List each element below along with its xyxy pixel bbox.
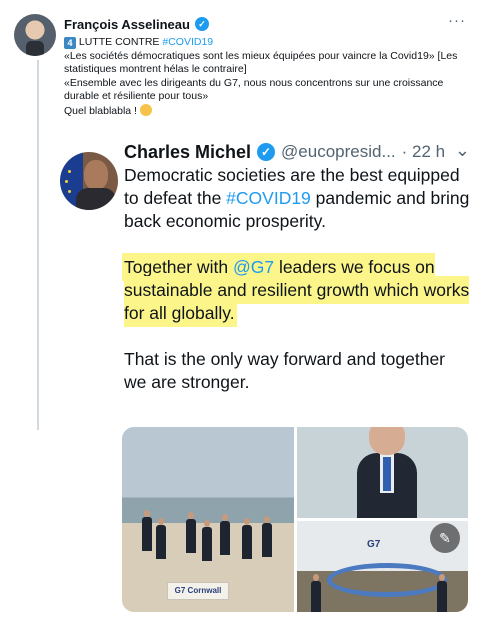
person-figure — [262, 516, 272, 557]
quoted-handle[interactable]: @eucopresid... — [281, 142, 396, 162]
quoted-author-name[interactable]: Charles Michel — [124, 142, 251, 163]
tweet-headline: 4 LUTTE CONTRE #COVID19 — [64, 36, 464, 50]
person-figure — [437, 574, 447, 612]
author-name[interactable]: François Asselineau — [64, 17, 190, 32]
tweet-header: François Asselineau ✓ ··· — [64, 12, 466, 34]
mention-link[interactable]: @G7 — [233, 257, 274, 277]
quoted-paragraph-1: Democratic societies are the best equipp… — [124, 164, 470, 233]
hashtag-link[interactable]: #COVID19 — [162, 36, 213, 48]
tie-shape — [383, 457, 391, 491]
quoted-body: Democratic societies are the best equipp… — [124, 164, 470, 394]
g7-sign: G7 Cornwall — [167, 582, 229, 600]
person-figure — [142, 510, 152, 551]
portrait-photo[interactable] — [297, 427, 468, 518]
person-figure — [220, 514, 230, 555]
quoted-time[interactable]: · 22 h — [402, 142, 445, 162]
quoted-header: Charles Michel ✓ @eucopresid... · 22 h ⌄ — [124, 140, 480, 164]
eu-star-icon — [68, 190, 71, 193]
edit-pencil-icon[interactable]: ✎ — [430, 523, 460, 553]
headline-text: LUTTE CONTRE — [78, 36, 160, 48]
tweet-closing: Quel blablabla ! — [64, 103, 464, 119]
group-photo[interactable]: G7 Cornwall — [122, 427, 294, 612]
verified-icon: ✓ — [194, 17, 209, 31]
chevron-down-icon[interactable]: ⌄ — [455, 140, 470, 161]
hashtag-link[interactable]: #COVID19 — [226, 188, 311, 208]
quoted-text: Together with — [124, 257, 233, 277]
meeting-table — [327, 563, 447, 597]
verified-icon: ✓ — [257, 143, 276, 161]
person-figure — [186, 512, 196, 553]
tweet-line: «Ensemble avec les dirigeants du G7, nou… — [64, 76, 444, 103]
highlighted-text: Together with @G7 leaders we focus on su… — [124, 255, 470, 325]
head-shape — [369, 427, 405, 455]
person-figure — [311, 574, 321, 612]
more-options-icon[interactable]: ··· — [448, 12, 466, 29]
quoted-paragraph-3: That is the only way forward and togethe… — [124, 349, 446, 392]
person-figure — [156, 518, 166, 559]
number-badge-icon: 4 — [64, 37, 76, 49]
tweet-line: «Les sociétés démocratiques sont les mie… — [64, 49, 458, 76]
photo-grid[interactable]: G7 Cornwall G7 ✎ — [122, 427, 468, 612]
avatar[interactable] — [14, 14, 56, 56]
tweet-body: 4 LUTTE CONTRE #COVID19 «Les sociétés dé… — [64, 36, 464, 118]
quoted-avatar[interactable] — [60, 152, 118, 210]
eu-star-icon — [65, 180, 68, 183]
eu-star-icon — [68, 170, 71, 173]
suit-shape — [76, 188, 116, 210]
closing-text: Quel blablabla ! — [64, 104, 137, 117]
g7-wall-text: G7 — [367, 539, 381, 550]
person-figure — [242, 518, 252, 559]
thread-line — [37, 60, 39, 430]
quoted-paragraph-2: Together with @G7 leaders we focus on su… — [124, 255, 470, 325]
face-shape — [84, 160, 108, 190]
person-figure — [202, 520, 212, 561]
emoji-icon — [139, 103, 152, 116]
